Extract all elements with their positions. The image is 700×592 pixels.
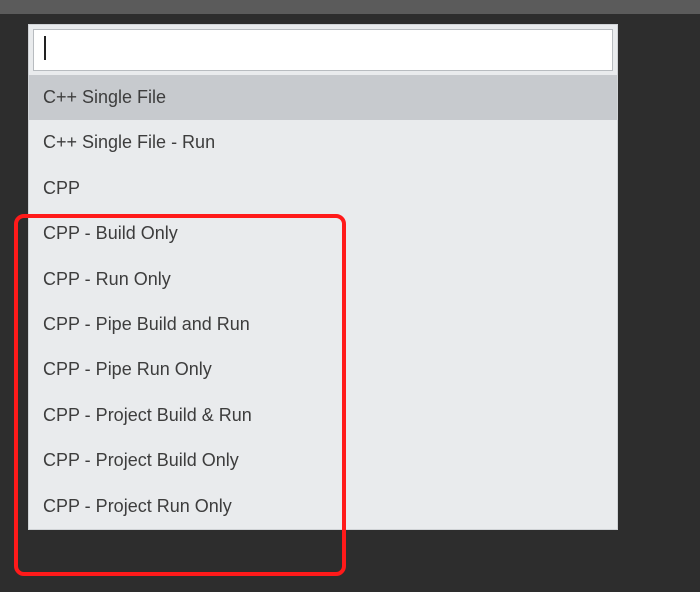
list-item[interactable]: CPP - Project Build & Run [29, 393, 617, 438]
list-item[interactable]: CPP - Project Build Only [29, 438, 617, 483]
search-input[interactable] [42, 36, 604, 64]
list-item[interactable]: CPP [29, 166, 617, 211]
list-item[interactable]: C++ Single File [29, 75, 617, 120]
list-item[interactable]: C++ Single File - Run [29, 120, 617, 165]
search-box[interactable] [33, 29, 613, 71]
list-item[interactable]: CPP - Project Run Only [29, 484, 617, 529]
list-item[interactable]: CPP - Pipe Build and Run [29, 302, 617, 347]
build-variant-list: C++ Single File C++ Single File - Run CP… [29, 75, 617, 529]
list-item[interactable]: CPP - Run Only [29, 257, 617, 302]
list-item[interactable]: CPP - Pipe Run Only [29, 347, 617, 392]
list-item[interactable]: CPP - Build Only [29, 211, 617, 256]
command-palette: C++ Single File C++ Single File - Run CP… [28, 24, 618, 530]
text-caret [44, 36, 46, 60]
window-top-bar [0, 0, 700, 14]
